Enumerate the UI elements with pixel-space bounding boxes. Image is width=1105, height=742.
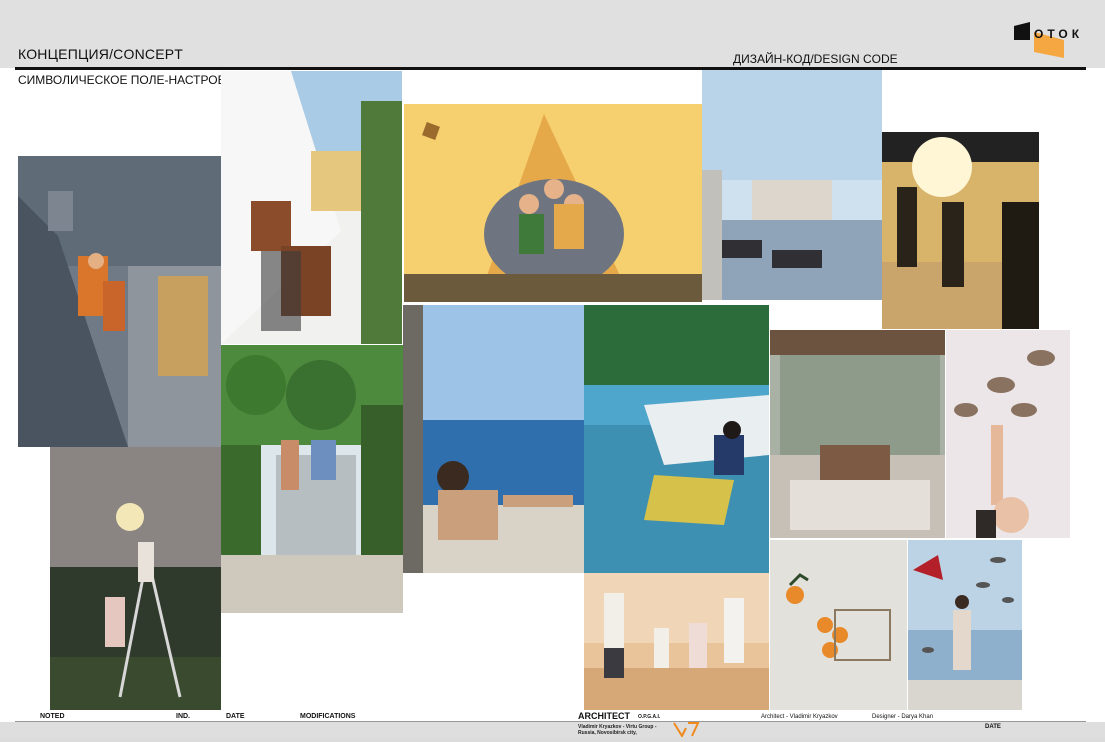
sea-view-woman-image: [403, 305, 584, 573]
section-title: ДИЗАЙН-КОД/DESIGN CODE: [733, 52, 898, 66]
footer-noted-label: NOTED: [40, 713, 65, 720]
presentation-sheet: КОНЦЕПЦИЯ/CONCEPT ДИЗАЙН-КОД/DESIGN CODE…: [0, 0, 1105, 739]
garden-kids-image: [221, 345, 403, 613]
footer-band: [0, 722, 1105, 737]
footer-ind-label: IND.: [176, 713, 190, 720]
header-rule: [15, 67, 1086, 70]
comic-rooftop-image: [18, 156, 221, 447]
page-subtitle: СИМВОЛИЧЕСКОЕ ПОЛЕ-НАСТРОЕНИЕ: [18, 73, 251, 87]
moon-ladder-image: [50, 447, 221, 710]
footer-designer-credit: Designer - Darya Khan: [872, 714, 934, 720]
oranges-net-bag-image: [770, 540, 907, 710]
rooftop-people-image: [702, 70, 882, 300]
balcony-chairs-image: [221, 71, 402, 344]
girl-birds-image: [946, 330, 1070, 538]
umbrella-seagulls-image: [908, 540, 1022, 710]
footer-architect-label: ARCHITECT: [578, 711, 630, 721]
tent-family-image: [404, 104, 702, 302]
footer-architect-line2: Russia, Novosibirsk city,: [578, 730, 637, 736]
pergola-bed-image: [770, 330, 945, 538]
footer-architect-credit: Architect - Vladimir Kryazkov: [761, 714, 838, 720]
footer-logo-icon: [672, 722, 706, 739]
footer-date-label: DATE: [226, 713, 245, 720]
beach-family-image: [584, 573, 769, 710]
page-title: КОНЦЕПЦИЯ/CONCEPT: [18, 46, 184, 62]
sunset-dance-image: [882, 132, 1039, 329]
terrace-illustration-image: [584, 305, 769, 573]
logo-text: ОТОК: [1034, 27, 1084, 41]
footer-modifications-label: MODIFICATIONS: [300, 713, 356, 720]
footer-date-right: DATE: [985, 724, 1001, 730]
footer-architect-code: О.Р.G.A.I.: [638, 714, 661, 720]
